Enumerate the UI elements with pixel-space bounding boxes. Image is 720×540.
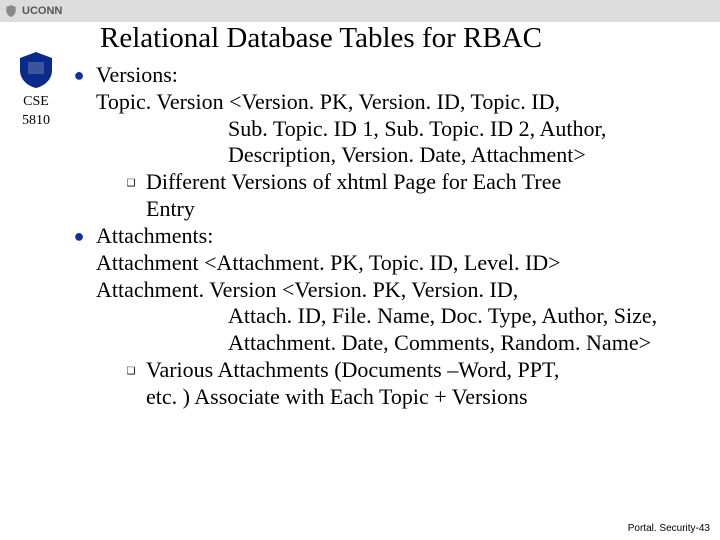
attachments-line1: Attachment <Attachment. PK, Topic. ID, L…: [96, 250, 704, 277]
shield-icon: [16, 50, 56, 90]
versions-sub-line1: Different Versions of xhtml Page for Eac…: [146, 169, 704, 196]
bullet-versions-body: Versions: Topic. Version <Version. PK, V…: [96, 62, 704, 223]
attachments-line4: Attachment. Date, Comments, Random. Name…: [96, 330, 704, 357]
attachments-sub-line2: etc. ) Associate with Each Topic + Versi…: [146, 384, 704, 411]
bullet-attachments: ● Attachments: Attachment <Attachment. P…: [72, 223, 704, 411]
bullet-versions: ● Versions: Topic. Version <Version. PK,…: [72, 62, 704, 223]
attachments-line3: Attach. ID, File. Name, Doc. Type, Autho…: [96, 303, 704, 330]
attachments-sub-line1: Various Attachments (Documents –Word, PP…: [146, 357, 704, 384]
course-code-line1: CSE: [6, 94, 66, 109]
university-logo: UCONN: [4, 4, 62, 18]
course-code-line2: 5810: [6, 113, 66, 128]
sidebar: CSE 5810: [6, 50, 66, 129]
versions-sub-line2: Entry: [146, 196, 704, 223]
square-icon: ❑: [126, 366, 136, 378]
top-bar: UCONN: [0, 0, 720, 22]
versions-heading: Versions:: [96, 62, 704, 89]
versions-line2: Sub. Topic. ID 1, Sub. Topic. ID 2, Auth…: [96, 116, 704, 143]
course-logo: [16, 50, 56, 90]
attachments-line2: Attachment. Version <Version. PK, Versio…: [96, 277, 704, 304]
content: ● Versions: Topic. Version <Version. PK,…: [72, 62, 704, 411]
versions-sub-body: Different Versions of xhtml Page for Eac…: [146, 169, 704, 223]
university-name: UCONN: [22, 5, 62, 17]
attachments-sub: ❑ Various Attachments (Documents –Word, …: [126, 357, 704, 411]
slide: UCONN Relational Database Tables for RBA…: [0, 0, 720, 540]
slide-title: Relational Database Tables for RBAC: [100, 22, 700, 55]
versions-line3: Description, Version. Date, Attachment>: [96, 142, 704, 169]
bullet-attachments-body: Attachments: Attachment <Attachment. PK,…: [96, 223, 704, 411]
shield-icon: [4, 4, 18, 18]
attachments-heading: Attachments:: [96, 223, 704, 250]
footer-text: Portal. Security-43: [628, 523, 710, 534]
disc-icon: ●: [72, 65, 86, 87]
disc-icon: ●: [72, 226, 86, 248]
versions-sub: ❑ Different Versions of xhtml Page for E…: [126, 169, 704, 223]
attachments-sub-body: Various Attachments (Documents –Word, PP…: [146, 357, 704, 411]
versions-line1: Topic. Version <Version. PK, Version. ID…: [96, 89, 704, 116]
square-icon: ❑: [126, 178, 136, 190]
